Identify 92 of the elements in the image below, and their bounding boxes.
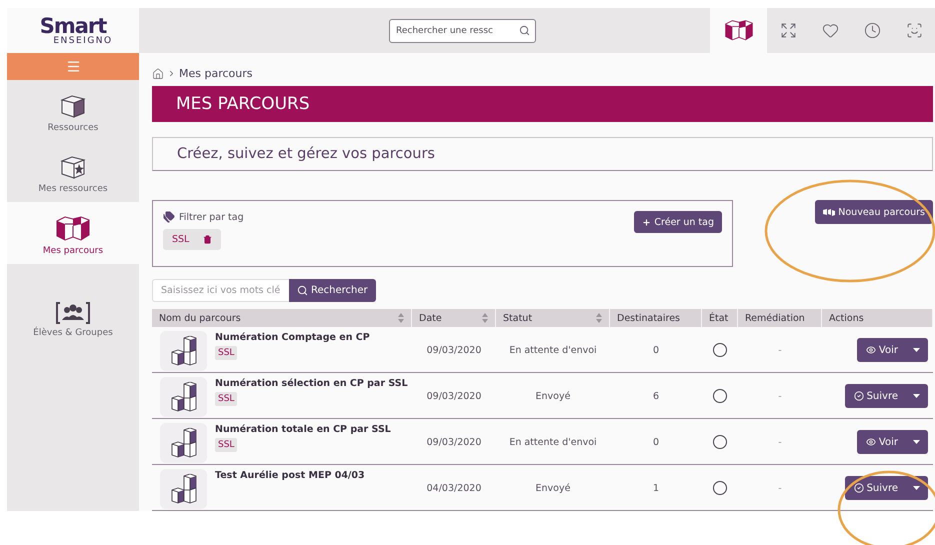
action-button[interactable]: Voir [856, 338, 928, 362]
search-field[interactable]: Rechercher une ressc [389, 18, 536, 42]
status-cell-text: Envoyé [534, 390, 572, 402]
course-tag: SSL [215, 392, 238, 406]
tag-label: SSL [172, 234, 190, 246]
column-header: Statut [503, 312, 532, 324]
filter-label: Filtrer par tag [179, 212, 244, 223]
course-name: Numération totale en CP par SSL [215, 424, 391, 435]
state-circle [713, 343, 727, 357]
toolbar-button[interactable] [710, 8, 767, 53]
course-name: Numération Comptage en CP [215, 332, 370, 343]
sidebar-label: Mes ressources [38, 184, 108, 194]
action-button[interactable]: Suivre [844, 476, 928, 500]
caret-icon [913, 486, 920, 490]
search-button[interactable]: Rechercher [289, 279, 376, 302]
course-name: Test Aurélie post MEP 04/03 [215, 470, 365, 481]
date-cell-text: 09/03/2020 [426, 390, 482, 402]
star-box-icon [59, 154, 87, 180]
logo[interactable]: Smart ENSEIGNO [7, 8, 139, 53]
tag-chip[interactable]: SSL [163, 229, 222, 250]
search-icon [297, 285, 308, 296]
sort-icon [398, 313, 404, 324]
cubes-icon [55, 215, 91, 242]
state-circle [713, 389, 727, 403]
sidebar-item[interactable]: Ressources [7, 80, 139, 141]
menu-icon [66, 59, 80, 74]
heart-icon [822, 22, 838, 39]
course-name: Numération sélection en CP par SSL [215, 378, 408, 389]
sidebar-item[interactable]: Mes parcours [7, 202, 139, 264]
action-button[interactable]: Suivre [844, 384, 928, 408]
status-cell-text: En attente d'envoi [508, 344, 598, 356]
sidebar-label: Mes parcours [42, 246, 104, 256]
sidebar-label: Ressources [48, 123, 98, 133]
recipients-cell-text: 6 [652, 390, 660, 402]
chevron-icon [167, 69, 176, 78]
stacked-cubes-icon [170, 474, 196, 504]
column-header: Date [419, 312, 442, 324]
search-icon [519, 24, 530, 36]
date-cell-text: 09/03/2020 [426, 344, 482, 356]
face-scan-icon [906, 22, 922, 39]
remediation-cell-text: - [777, 482, 783, 494]
group-icon [55, 302, 91, 324]
expand-icon [780, 22, 796, 39]
sort-icon [596, 313, 602, 324]
tags-icon [163, 211, 175, 224]
check-circle-icon [854, 483, 864, 493]
column-header: Nom du parcours [159, 312, 241, 324]
page-subtitle: Créez, suivez et gérez vos parcours [152, 136, 933, 172]
column-header: Actions [829, 312, 864, 324]
cubes-icon [724, 19, 754, 42]
state-circle [713, 435, 727, 449]
course-tag: SSL [215, 346, 238, 360]
sort-icon [482, 313, 488, 324]
check-circle-icon [854, 391, 864, 401]
eye-icon [866, 345, 876, 355]
stacked-cubes-icon [170, 336, 196, 366]
column-header: Remédiation [745, 312, 805, 324]
column-header: Destinataires [617, 312, 680, 324]
caret-icon [913, 394, 920, 398]
caret-icon [913, 348, 920, 352]
create-tag-button[interactable]: Créer un tag [634, 211, 722, 234]
date-cell-text: 04/03/2020 [426, 482, 482, 494]
cubes-icon [823, 208, 836, 216]
cube-icon [59, 93, 87, 119]
date-cell-text: 09/03/2020 [426, 436, 482, 448]
sidebar-item[interactable]: Mes ressources [7, 141, 139, 202]
remediation-cell-text: - [777, 344, 783, 356]
recipients-cell-text: 0 [652, 344, 660, 356]
stacked-cubes-icon [170, 428, 196, 458]
clock-icon [864, 22, 880, 39]
recipients-cell-text: 1 [652, 482, 660, 494]
stacked-cubes-icon [170, 382, 196, 412]
page-title: MES PARCOURS [152, 86, 933, 122]
recipients-cell-text: 0 [652, 436, 660, 448]
column-header: État [709, 312, 728, 324]
remediation-cell-text: - [777, 390, 783, 402]
trash-icon[interactable] [203, 235, 212, 244]
status-cell-text: Envoyé [534, 482, 572, 494]
action-button[interactable]: Voir [856, 430, 928, 454]
eye-icon [866, 437, 876, 447]
plus-icon [642, 218, 652, 227]
breadcrumb-link[interactable]: Mes parcours [179, 67, 252, 80]
new-course-button[interactable]: Nouveau parcours [815, 200, 933, 224]
status-cell-text: En attente d'envoi [508, 436, 598, 448]
course-tag: SSL [215, 438, 238, 452]
home-icon[interactable] [152, 68, 164, 80]
keyword-field[interactable]: Saisissez ici vos mots clé [152, 279, 289, 302]
state-circle [713, 481, 727, 495]
caret-icon [913, 440, 920, 444]
sidebar-label: Élèves & Groupes [33, 328, 113, 338]
sidebar-item[interactable]: Élèves & Groupes [7, 264, 139, 346]
remediation-cell-text: - [777, 436, 783, 448]
